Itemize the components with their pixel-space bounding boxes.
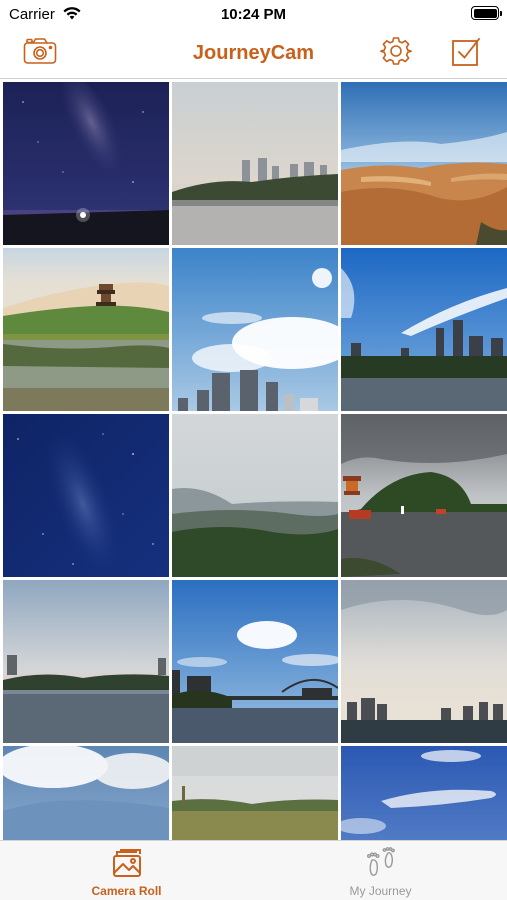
tab-my-journey[interactable]: My Journey xyxy=(254,841,507,900)
navigation-bar: JourneyCam xyxy=(0,30,507,78)
status-bar: Carrier 10:24 PM xyxy=(0,0,507,30)
photo-thumbnail[interactable] xyxy=(341,82,507,245)
photo-thumbnail[interactable] xyxy=(3,580,169,743)
photo-thumbnail[interactable] xyxy=(172,414,338,577)
tab-label: Camera Roll xyxy=(91,884,162,898)
photos-icon xyxy=(111,847,143,884)
photo-grid[interactable] xyxy=(0,79,507,840)
gear-icon xyxy=(380,35,412,72)
photo-thumbnail[interactable] xyxy=(341,746,507,840)
tab-camera-roll[interactable]: Camera Roll xyxy=(0,841,253,900)
tab-bar: Camera Roll My Journey xyxy=(0,840,507,900)
select-button[interactable] xyxy=(448,36,484,70)
photo-thumbnail[interactable] xyxy=(341,580,507,743)
settings-button[interactable] xyxy=(378,36,414,70)
photo-thumbnail[interactable] xyxy=(3,248,169,411)
photo-thumbnail[interactable] xyxy=(3,746,169,840)
photo-thumbnail[interactable] xyxy=(172,746,338,840)
footprints-icon xyxy=(364,847,398,886)
tab-label: My Journey xyxy=(349,884,412,898)
status-time: 10:24 PM xyxy=(220,6,287,23)
photo-thumbnail[interactable] xyxy=(172,82,338,245)
battery-icon xyxy=(471,6,502,20)
photo-thumbnail[interactable] xyxy=(172,248,338,411)
photo-thumbnail[interactable] xyxy=(341,414,507,577)
checkbox-edit-icon xyxy=(450,35,482,72)
photo-thumbnail[interactable] xyxy=(341,248,507,411)
photo-thumbnail[interactable] xyxy=(172,580,338,743)
app-title: JourneyCam xyxy=(192,42,315,64)
photo-thumbnail[interactable] xyxy=(3,82,169,245)
photo-thumbnail[interactable] xyxy=(3,414,169,577)
